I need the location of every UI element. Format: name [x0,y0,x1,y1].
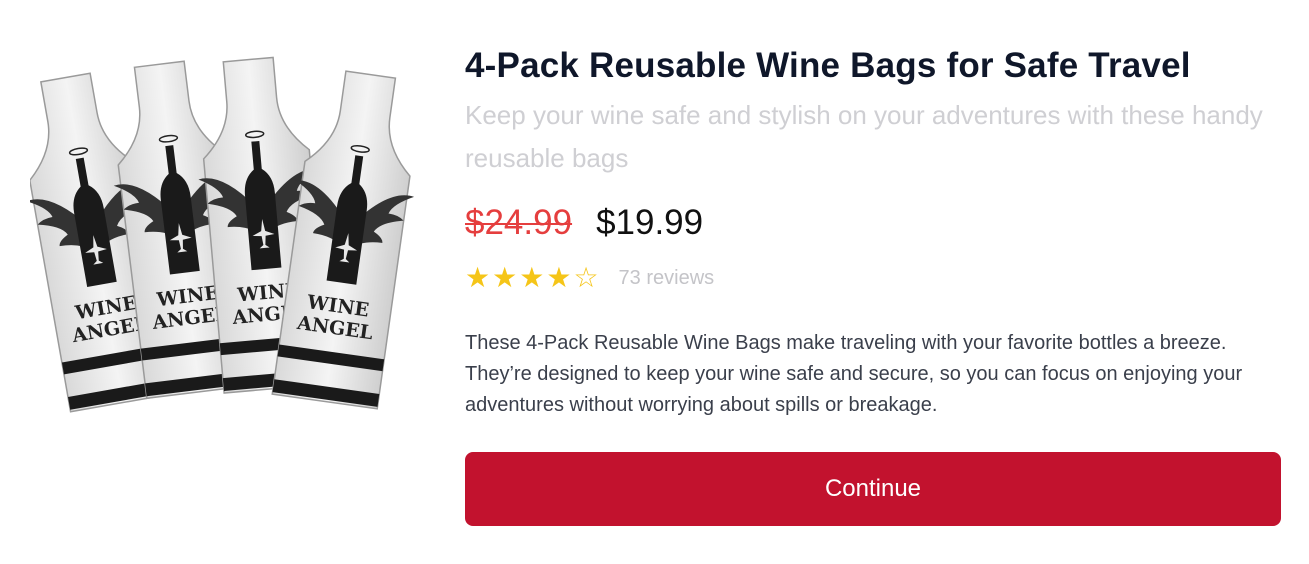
star-filled-icon: ★ [492,262,518,293]
product-page: WINE ANGEL WINE ANGEL WINE ANGEL WINE ANGEL 4-P… [0,0,1309,564]
rating-row: ★ ★ ★ ★ ☆ 73 reviews [465,258,1281,298]
product-subtitle: Keep your wine safe and stylish on your … [465,100,1263,173]
star-rating: ★ ★ ★ ★ ☆ [465,264,601,292]
reviews-count: 73 reviews [618,266,715,289]
product-info: 4-Pack Reusable Wine Bags for Safe Trave… [465,38,1281,421]
original-price: $24.99 [465,203,573,242]
price-row: $24.99 $19.99 [465,198,1281,248]
wine-bags-illustration: WINEANGELWINEANGELWINEANGELWINEANGEL [30,56,415,413]
star-filled-icon: ★ [546,262,572,293]
star-filled-icon: ★ [519,262,545,293]
sale-price: $19.99 [596,203,704,242]
product-description: These 4-Pack Reusable Wine Bags make tra… [465,332,1243,416]
continue-button[interactable]: Continue [465,452,1281,526]
product-image: WINE ANGEL WINE ANGEL WINE ANGEL WINE ANGEL [30,55,420,435]
star-outline-icon: ☆ [573,262,599,293]
product-title: 4-Pack Reusable Wine Bags for Safe Trave… [465,46,1191,85]
star-filled-icon: ★ [465,262,491,293]
